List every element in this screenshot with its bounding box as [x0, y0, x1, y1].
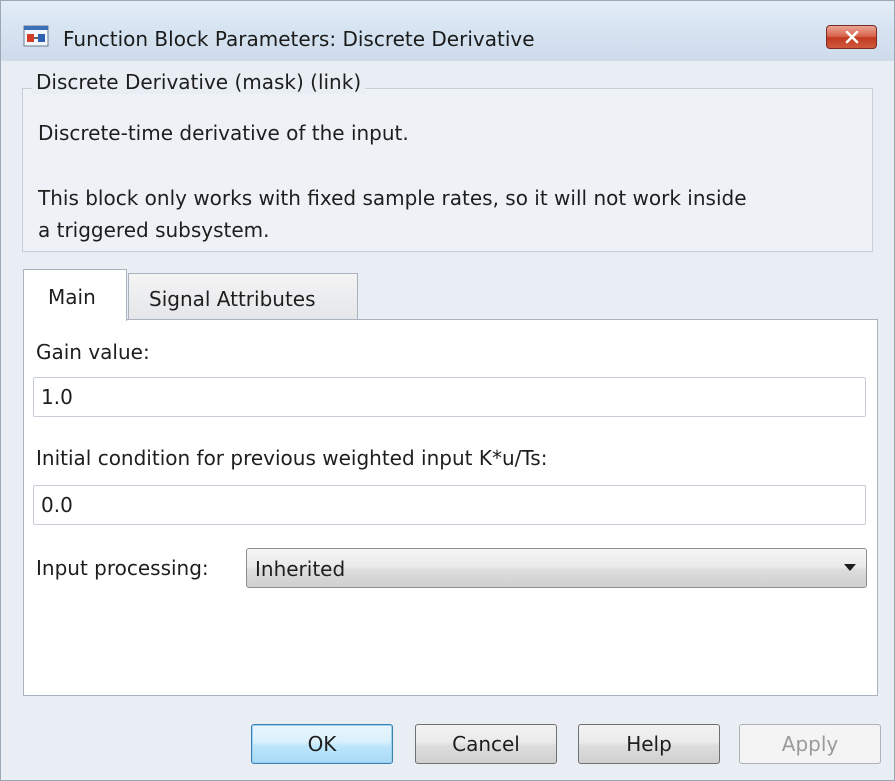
main-tab-panel: Gain value: Initial condition for previo… [23, 319, 878, 696]
description-line-1: Discrete-time derivative of the input. [38, 121, 409, 145]
tab-main-label: Main [48, 285, 96, 309]
tab-signal-attributes-label: Signal Attributes [149, 287, 316, 311]
window-title: Function Block Parameters: Discrete Deri… [63, 27, 535, 51]
description-line-2: This block only works with fixed sample … [38, 186, 747, 210]
tab-signal-attributes[interactable]: Signal Attributes [128, 273, 358, 319]
input-processing-dropdown[interactable]: Inherited [246, 548, 867, 588]
close-icon [845, 31, 859, 44]
input-processing-label: Input processing: [36, 556, 209, 580]
title-bar[interactable]: Function Block Parameters: Discrete Deri… [1, 1, 894, 61]
dialog-window: Function Block Parameters: Discrete Deri… [0, 0, 895, 781]
close-button[interactable] [826, 25, 877, 49]
simulink-block-icon [23, 25, 49, 47]
initial-condition-label: Initial condition for previous weighted … [36, 446, 548, 470]
chevron-down-icon [844, 564, 856, 571]
input-processing-value: Inherited [255, 557, 346, 581]
gain-label: Gain value: [36, 340, 150, 364]
description-line-3: a triggered subsystem. [38, 218, 270, 242]
description-group-title: Discrete Derivative (mask) (link) [32, 70, 366, 94]
initial-condition-input[interactable] [34, 486, 865, 524]
cancel-button[interactable]: Cancel [415, 724, 557, 764]
help-button[interactable]: Help [578, 724, 720, 764]
tab-main[interactable]: Main [23, 269, 127, 321]
gain-input[interactable] [34, 378, 865, 416]
initial-condition-field-box [33, 485, 866, 525]
ok-button[interactable]: OK [251, 724, 393, 764]
apply-button[interactable]: Apply [739, 724, 881, 764]
gain-field-box [33, 377, 866, 417]
